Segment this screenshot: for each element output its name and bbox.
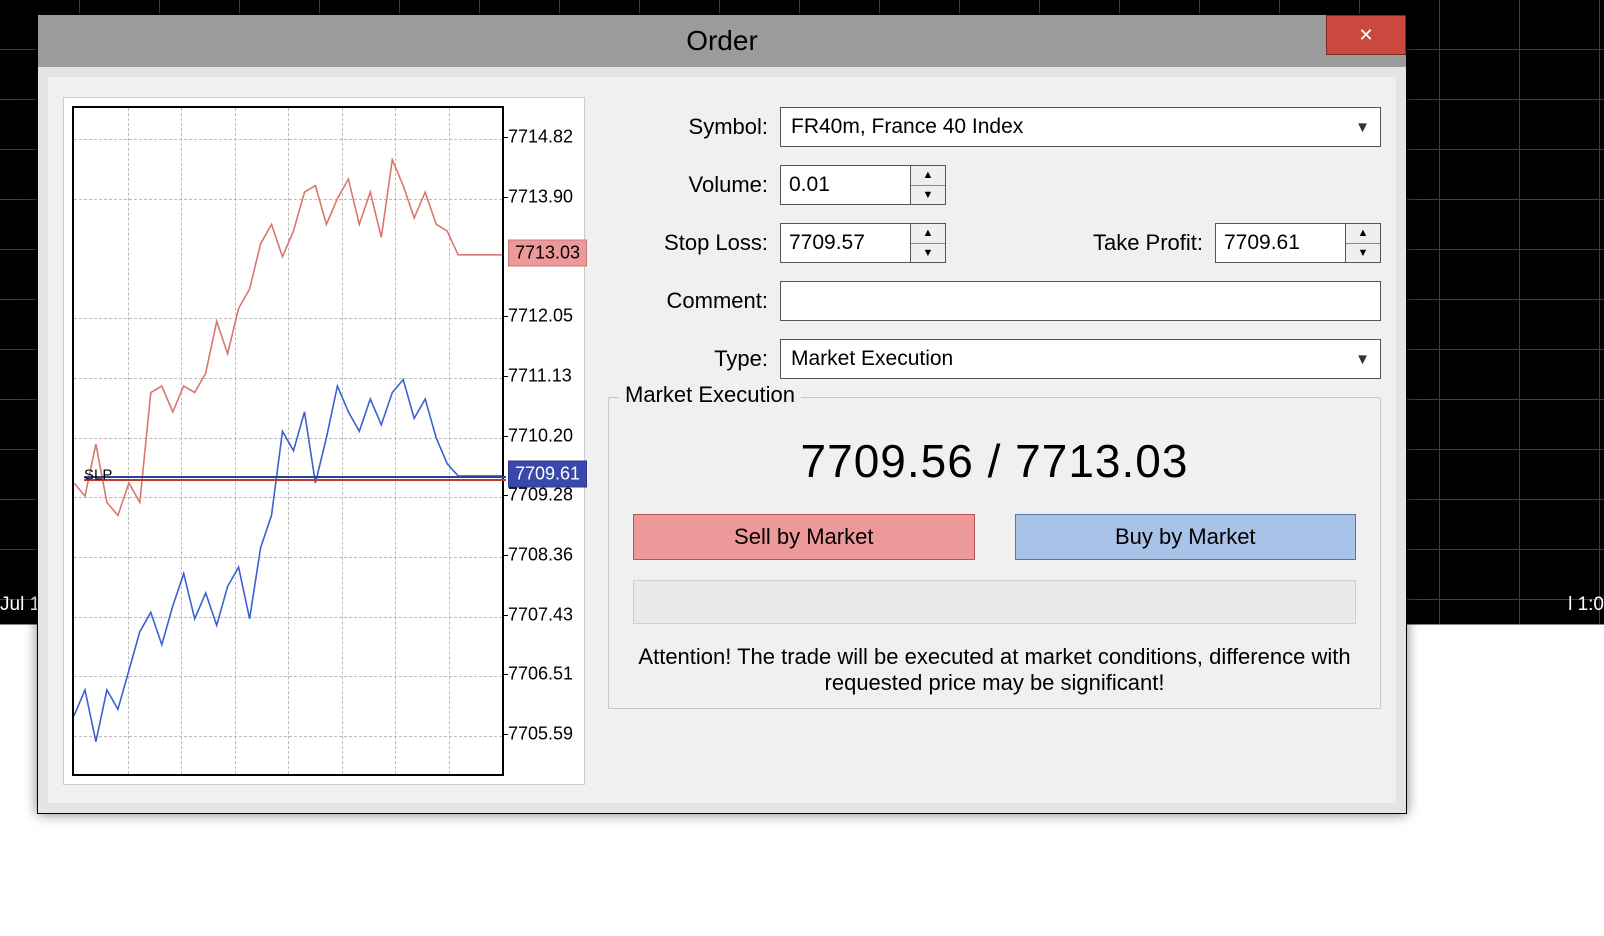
takeprofit-down-button[interactable]: ▼ <box>1346 244 1380 263</box>
stoploss-up-button[interactable]: ▲ <box>911 224 945 244</box>
comment-label: Comment: <box>608 288 768 314</box>
titlebar[interactable]: Order ✕ <box>38 15 1406 67</box>
y-axis-label: 7712.05 <box>508 306 573 327</box>
stoploss-down-button[interactable]: ▼ <box>911 244 945 263</box>
y-axis-label: 7711.13 <box>508 365 572 386</box>
y-axis-label: 7706.51 <box>508 664 573 685</box>
chevron-down-icon: ▼ <box>1355 119 1370 136</box>
type-label: Type: <box>608 346 768 372</box>
y-axis-label: 7707.43 <box>508 604 573 625</box>
market-legend: Market Execution <box>619 382 801 408</box>
status-bar <box>633 580 1356 624</box>
volume-input[interactable] <box>780 165 910 205</box>
type-value: Market Execution <box>791 347 953 371</box>
sltp-marker: SLP <box>84 467 112 484</box>
volume-down-button[interactable]: ▼ <box>911 186 945 205</box>
market-execution-group: Market Execution 7709.56 / 7713.03 Sell … <box>608 397 1381 709</box>
bg-time-right: l 1:0 <box>1568 594 1604 616</box>
dialog-body: SLP 7714.82 7713.90 7712.05 7711.13 7710.20 7… <box>48 77 1396 803</box>
price-quote: 7709.56 / 7713.03 <box>633 434 1356 488</box>
chevron-down-icon: ▼ <box>1355 351 1370 368</box>
y-axis-label: 7708.36 <box>508 544 573 565</box>
y-axis-label: 7713.90 <box>508 186 573 207</box>
y-axis-label: 7705.59 <box>508 723 573 744</box>
stoploss-label: Stop Loss: <box>608 230 768 256</box>
close-button[interactable]: ✕ <box>1326 15 1406 55</box>
takeprofit-input[interactable] <box>1215 223 1345 263</box>
type-select[interactable]: Market Execution ▼ <box>780 339 1381 379</box>
y-axis-label: 7714.82 <box>508 127 573 148</box>
sell-button[interactable]: Sell by Market <box>633 514 975 560</box>
comment-input[interactable] <box>780 281 1381 321</box>
bg-time-left: Jul 1 <box>0 594 40 616</box>
bid-price-tag: 7709.61 <box>508 460 587 487</box>
dialog-title: Order <box>686 25 758 57</box>
volume-up-button[interactable]: ▲ <box>911 166 945 186</box>
volume-label: Volume: <box>608 172 768 198</box>
y-axis-label: 7710.20 <box>508 425 573 446</box>
form-panel: Symbol: FR40m, France 40 Index ▼ Volume:… <box>608 107 1381 793</box>
tick-chart-panel: SLP 7714.82 7713.90 7712.05 7711.13 7710.20 7… <box>63 97 585 785</box>
stoploss-input[interactable] <box>780 223 910 263</box>
takeprofit-label: Take Profit: <box>1093 230 1203 256</box>
symbol-label: Symbol: <box>608 114 768 140</box>
buy-button[interactable]: Buy by Market <box>1015 514 1357 560</box>
takeprofit-up-button[interactable]: ▲ <box>1346 224 1380 244</box>
ask-price-tag: 7713.03 <box>508 239 587 266</box>
chart-area: SLP <box>72 106 504 776</box>
attention-text: Attention! The trade will be executed at… <box>633 644 1356 696</box>
order-dialog: Order ✕ SLP 7714.82 7713.90 7712.05 7711.13… <box>37 14 1407 814</box>
symbol-value: FR40m, France 40 Index <box>791 115 1023 139</box>
y-axis-label: 7709.28 <box>508 485 573 506</box>
close-icon: ✕ <box>1358 25 1373 46</box>
symbol-select[interactable]: FR40m, France 40 Index ▼ <box>780 107 1381 147</box>
